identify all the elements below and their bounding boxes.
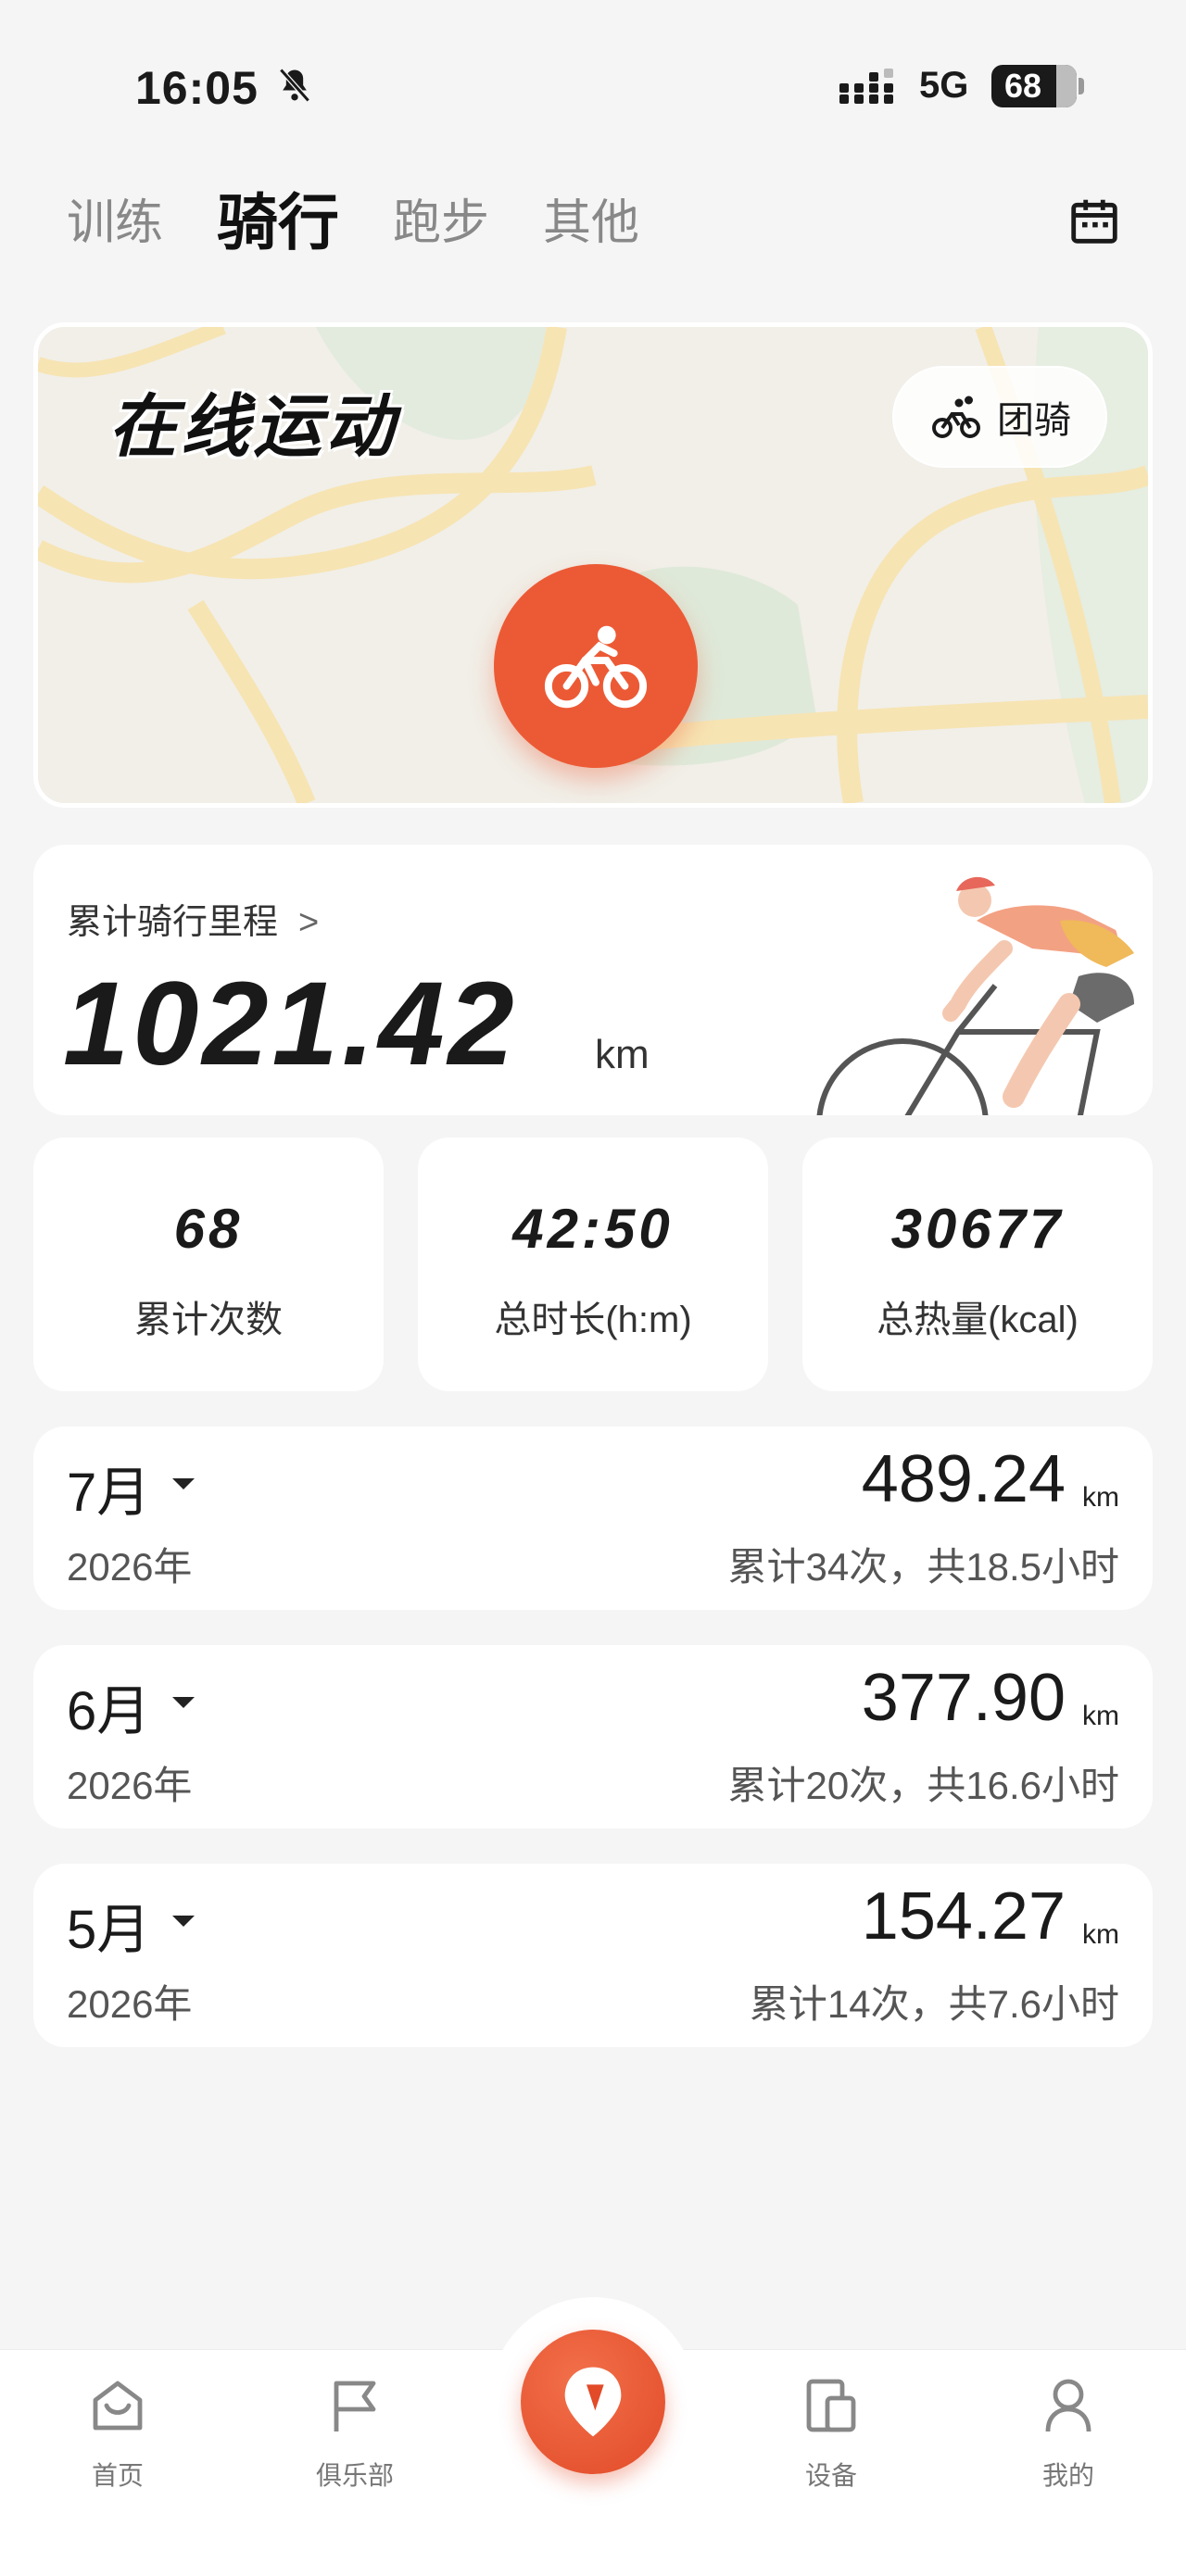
nav-home-label: 首页: [91, 2461, 144, 2490]
month-record-july[interactable]: 7月 2026年 489.24 km 累计34次，共18.5小时: [33, 1426, 1153, 1610]
stat-total-duration: 42:50 总时长(h:m): [418, 1137, 768, 1391]
total-mileage-unit: km: [595, 1032, 650, 1077]
month-summary: 累计20次，共16.6小时: [727, 1764, 1119, 1807]
nav-home[interactable]: 首页: [53, 2376, 183, 2493]
caret-down-icon[interactable]: [172, 1916, 195, 1927]
status-time: 16:05: [135, 62, 259, 114]
month-label[interactable]: 6月: [67, 1667, 150, 1745]
stat-value: 68: [173, 1198, 244, 1260]
tab-cycling[interactable]: 骑行: [217, 173, 339, 262]
group-ride-button[interactable]: 团骑: [892, 366, 1107, 468]
stat-value: 42:50: [512, 1198, 674, 1260]
online-sport-card[interactable]: 在线运动 团骑: [33, 322, 1153, 808]
caret-down-icon[interactable]: [172, 1478, 195, 1489]
group-ride-label: 团骑: [997, 400, 1071, 441]
month-distance-unit: km: [1082, 1919, 1119, 1950]
online-sport-title: 在线运动: [108, 388, 397, 465]
tab-other[interactable]: 其他: [543, 183, 639, 253]
flag-icon: [334, 2381, 376, 2431]
nav-club[interactable]: 俱乐部: [290, 2376, 420, 2493]
stat-total-count: 68 累计次数: [33, 1137, 384, 1391]
month-distance: 377.90: [861, 1661, 1066, 1735]
status-bar: 16:05 5G 68: [0, 0, 1186, 148]
signal-icon: [839, 69, 893, 104]
stat-label: 总时长(h:m): [494, 1300, 692, 1340]
nav-mine[interactable]: 我的: [1003, 2376, 1133, 2493]
month-label[interactable]: 5月: [67, 1886, 150, 1964]
total-mileage-card[interactable]: 累计骑行里程 > 1021.42 km: [33, 845, 1153, 1115]
nav-club-label: 俱乐部: [315, 2461, 394, 2490]
start-sport-button[interactable]: [521, 2330, 665, 2474]
mute-bell-icon: [279, 68, 310, 103]
home-icon: [93, 2381, 143, 2431]
month-record-june[interactable]: 6月 2026年 377.90 km 累计20次，共16.6小时: [33, 1645, 1153, 1828]
caret-down-icon[interactable]: [172, 1697, 195, 1708]
month-distance: 489.24: [861, 1442, 1066, 1516]
user-icon: [1045, 2379, 1091, 2432]
month-label[interactable]: 7月: [67, 1449, 150, 1527]
tab-running[interactable]: 跑步: [393, 183, 489, 253]
cyclist-illustration: [816, 876, 1134, 1115]
chevron-right-icon: >: [298, 903, 320, 942]
calendar-icon[interactable]: [1069, 196, 1119, 245]
total-mileage-value: 1021.42: [63, 958, 518, 1090]
total-mileage-label: 累计骑行里程 >: [67, 903, 320, 942]
stat-label: 总热量(kcal): [877, 1300, 1079, 1340]
sport-tabs: 训练 骑行 跑步 其他: [67, 176, 693, 259]
group-ride-icon: [932, 396, 980, 438]
stat-total-calories: 30677 总热量(kcal): [802, 1137, 1153, 1391]
month-distance-unit: km: [1082, 1482, 1119, 1513]
nav-device[interactable]: 设备: [766, 2376, 896, 2493]
nav-device-label: 设备: [804, 2461, 857, 2490]
month-year: 2026年: [67, 1545, 193, 1589]
bicycle-icon: [544, 625, 648, 709]
month-distance-unit: km: [1082, 1701, 1119, 1731]
start-ride-button[interactable]: [494, 564, 698, 768]
battery-icon: 68: [991, 65, 1084, 107]
month-distance: 154.27: [861, 1879, 1066, 1954]
stat-value: 30677: [890, 1198, 1065, 1260]
month-year: 2026年: [67, 1764, 193, 1807]
month-record-may[interactable]: 5月 2026年 154.27 km 累计14次，共7.6小时: [33, 1864, 1153, 2047]
tab-training[interactable]: 训练: [67, 183, 163, 253]
device-icon: [806, 2379, 856, 2432]
battery-level: 68: [1004, 67, 1042, 105]
month-summary: 累计14次，共7.6小时: [749, 1982, 1119, 2026]
stat-label: 累计次数: [134, 1300, 283, 1340]
network-type: 5G: [919, 65, 969, 106]
month-summary: 累计34次，共18.5小时: [727, 1545, 1119, 1589]
nav-mine-label: 我的: [1041, 2461, 1094, 2490]
location-pin-icon: [564, 2367, 622, 2437]
month-year: 2026年: [67, 1982, 193, 2026]
